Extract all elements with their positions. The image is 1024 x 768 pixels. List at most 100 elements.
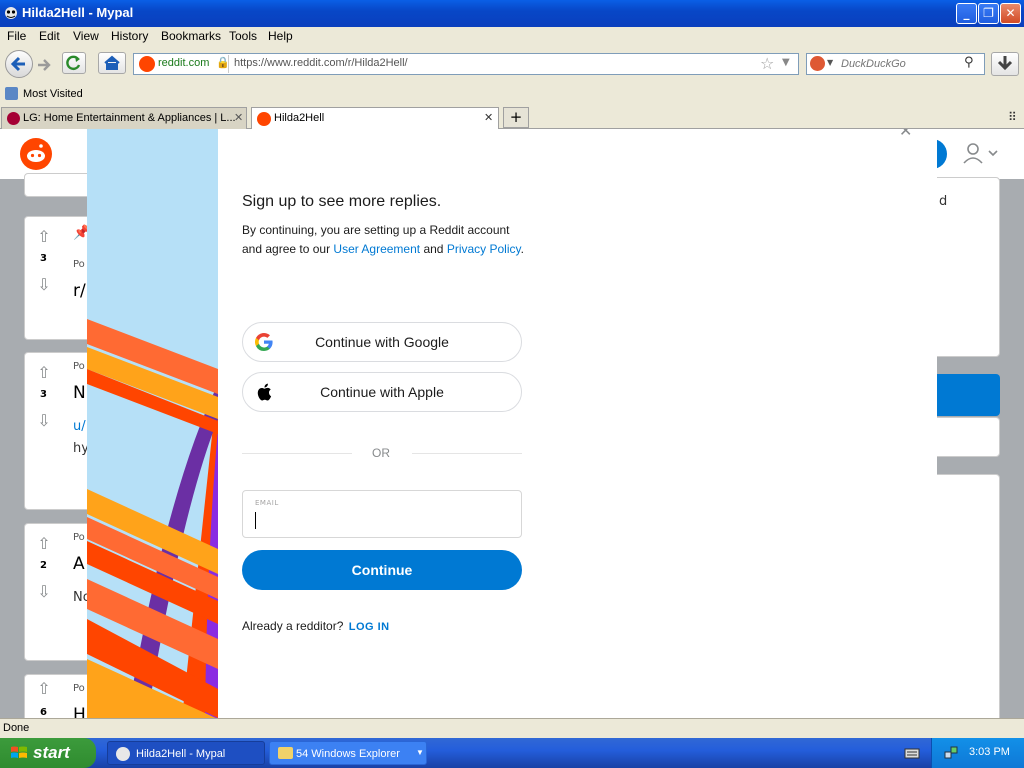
app-icon xyxy=(4,6,18,20)
user-menu-icon[interactable] xyxy=(962,141,1002,167)
modal-description: By continuing, you are setting up a Redd… xyxy=(242,221,527,259)
status-text: Done xyxy=(3,722,30,734)
post-meta: Po xyxy=(73,361,85,372)
post-author[interactable]: u/ xyxy=(73,419,86,434)
downvote-icon[interactable]: ⇩ xyxy=(35,582,53,601)
continue-with-apple-button[interactable]: Continue with Apple xyxy=(242,372,522,412)
privacy-policy-link[interactable]: Privacy Policy xyxy=(447,242,521,256)
post-meta: Po xyxy=(73,259,85,270)
bookmark-star-icon[interactable]: ☆ xyxy=(760,54,774,73)
most-visited-icon xyxy=(5,87,18,100)
search-bar[interactable]: ▼ ⚲ xyxy=(806,53,985,75)
maximize-button[interactable]: ❐ xyxy=(978,3,999,24)
url-dropdown-icon[interactable]: ▼ xyxy=(782,57,790,68)
taskbar-item-mypal[interactable]: Hilda2Hell - Mypal xyxy=(107,741,265,765)
tab-list-icon[interactable]: ⠿ xyxy=(1008,110,1017,124)
bookmark-most-visited[interactable]: Most Visited xyxy=(23,88,83,100)
downvote-icon[interactable]: ⇩ xyxy=(35,411,53,430)
tab-lg[interactable]: LG: Home Entertainment & Appliances | L.… xyxy=(1,107,247,129)
continue-button[interactable]: Continue xyxy=(242,550,522,590)
post-card[interactable]: ⇧ 3 ⇩ Po N u/ hy xyxy=(24,352,94,510)
folder-icon xyxy=(278,747,293,759)
site-badge-label: reddit.com xyxy=(158,57,210,69)
or-divider-text: OR xyxy=(372,446,390,460)
menu-bookmarks[interactable]: Bookmarks xyxy=(161,29,221,43)
lg-favicon-icon xyxy=(7,112,20,125)
modal-close-icon[interactable]: ✕ xyxy=(899,129,912,140)
window-titlebar[interactable]: Hilda2Hell - Mypal _ ❐ ✕ xyxy=(0,0,1024,27)
url-text[interactable]: https://www.reddit.com/r/Hilda2Hell/ xyxy=(234,57,408,69)
home-icon[interactable] xyxy=(98,52,126,74)
bookmarks-toolbar: Most Visited xyxy=(0,82,1024,106)
reload-icon[interactable] xyxy=(62,52,86,74)
downvote-icon[interactable]: ⇩ xyxy=(35,275,53,294)
upvote-icon[interactable]: ⇧ xyxy=(35,679,53,698)
tab-lg-close-icon[interactable]: ✕ xyxy=(234,111,243,124)
close-window-button[interactable]: ✕ xyxy=(1000,3,1021,24)
menu-edit[interactable]: Edit xyxy=(39,29,60,43)
google-button-label: Continue with Google xyxy=(315,334,449,350)
engine-dropdown-icon[interactable]: ▼ xyxy=(827,58,833,67)
site-identity-badge[interactable]: reddit.com 🔒 xyxy=(136,55,230,73)
tab-hilda2hell-title: Hilda2Hell xyxy=(274,112,325,124)
post-title[interactable]: A xyxy=(73,554,85,574)
start-button[interactable]: start xyxy=(0,738,96,768)
menu-history[interactable]: History xyxy=(111,29,148,43)
tab-hilda2hell[interactable]: Hilda2Hell ✕ xyxy=(251,107,499,129)
post-title[interactable]: N xyxy=(73,383,86,403)
or-divider-right xyxy=(412,453,522,454)
taskbar-item-label: Hilda2Hell - Mypal xyxy=(136,748,226,760)
downloads-icon[interactable] xyxy=(991,52,1019,76)
upvote-icon[interactable]: ⇧ xyxy=(35,534,53,553)
text-caret xyxy=(255,512,256,529)
clock[interactable]: 3:03 PM xyxy=(969,746,1010,758)
minimize-button[interactable]: _ xyxy=(956,3,977,24)
reddit-favicon-icon xyxy=(139,56,155,72)
mypal-taskbar-icon xyxy=(116,747,130,761)
continue-with-google-button[interactable]: Continue with Google xyxy=(242,322,522,362)
user-agreement-link[interactable]: User Agreement xyxy=(333,242,420,256)
menu-help[interactable]: Help xyxy=(268,29,293,43)
login-prompt: Already a redditor? LOG IN xyxy=(242,619,390,633)
menu-file[interactable]: File xyxy=(7,29,26,43)
desc-text: and xyxy=(420,242,447,256)
post-card[interactable]: ⇧ 2 ⇩ Po A No xyxy=(24,523,94,661)
sidebar-card xyxy=(930,417,1000,457)
keyboard-icon[interactable] xyxy=(904,746,920,760)
search-input[interactable] xyxy=(839,56,963,72)
sidebar-snippet: d xyxy=(939,194,948,209)
search-icon[interactable]: ⚲ xyxy=(964,55,974,70)
tab-lg-title: LG: Home Entertainment & Appliances | L.… xyxy=(23,112,236,124)
windows-logo-icon xyxy=(10,745,28,761)
upvote-icon[interactable]: ⇧ xyxy=(35,363,53,382)
upvote-icon[interactable]: ⇧ xyxy=(35,227,53,246)
email-field[interactable]: EMAIL xyxy=(242,490,522,538)
group-dropdown-icon[interactable]: ▼ xyxy=(416,748,424,757)
network-icon[interactable] xyxy=(944,746,958,760)
post-card[interactable]: ⇧ 6 Po H xyxy=(24,674,94,725)
window-title: Hilda2Hell - Mypal xyxy=(22,5,134,20)
menu-view[interactable]: View xyxy=(73,29,99,43)
post-card[interactable] xyxy=(24,173,94,197)
post-score: 2 xyxy=(40,560,47,571)
menu-tools[interactable]: Tools xyxy=(229,29,257,43)
sidebar-join-button[interactable] xyxy=(930,374,1000,416)
email-field-label: EMAIL xyxy=(255,499,279,507)
url-bar[interactable]: reddit.com 🔒 https://www.reddit.com/r/Hi… xyxy=(133,53,799,75)
lock-icon: 🔒 xyxy=(216,56,230,69)
system-tray: 3:03 PM xyxy=(931,738,1024,768)
reddit-logo-icon[interactable] xyxy=(20,138,52,170)
menu-bar: File Edit View History Bookmarks Tools H… xyxy=(0,27,1024,46)
post-score: 6 xyxy=(40,707,47,718)
log-in-link[interactable]: LOG IN xyxy=(349,621,390,633)
taskbar-item-explorer[interactable]: 54 Windows Explorer ▼ xyxy=(269,741,427,765)
back-icon[interactable] xyxy=(5,50,33,78)
duckduckgo-engine-icon[interactable] xyxy=(810,56,825,71)
forward-icon[interactable] xyxy=(35,56,53,74)
post-card[interactable]: ⇧ 3 ⇩ Po r/ 📌 xyxy=(24,216,94,340)
post-meta: Po xyxy=(73,532,85,543)
post-title[interactable]: r/ xyxy=(73,281,86,301)
tab-hilda2hell-close-icon[interactable]: ✕ xyxy=(484,111,493,124)
new-tab-button[interactable]: + xyxy=(503,107,529,128)
start-label: start xyxy=(33,743,70,762)
